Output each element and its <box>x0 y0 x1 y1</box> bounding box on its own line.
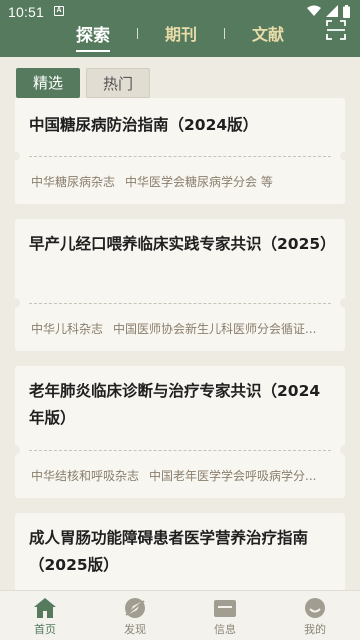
article-title: 中国糖尿病防治指南（2024版） <box>29 116 259 134</box>
article-journal: 中华糖尿病杂志 <box>31 175 116 189</box>
sub-tabs: 精选 热门 <box>16 68 150 98</box>
article-authors: 中国医师协会新生儿科医师分会循证... <box>113 322 317 336</box>
article-authors: 中华医学会糖尿病学分会 等 <box>125 175 273 189</box>
wifi-icon <box>307 5 321 16</box>
nav-messages[interactable]: 信息 <box>180 591 270 640</box>
tab-divider <box>136 27 138 39</box>
article-card[interactable]: 老年肺炎临床诊断与治疗专家共识（2024年版） 中华结核和呼吸杂志 中国老年医学学… <box>10 366 350 498</box>
tab-divider <box>223 27 225 39</box>
discover-icon <box>125 598 145 618</box>
card-divider <box>29 450 331 451</box>
article-title: 早产儿经口喂养临床实践专家共识（2025） <box>29 235 336 253</box>
bottom-nav: 首页 发现 信息 我的 <box>0 590 360 640</box>
nav-home[interactable]: 首页 <box>0 591 90 640</box>
article-title: 老年肺炎临床诊断与治疗专家共识（2024年版） <box>29 382 321 427</box>
nav-discover[interactable]: 发现 <box>90 591 180 640</box>
signal-icon <box>326 5 338 17</box>
card-divider <box>29 303 331 304</box>
mail-icon <box>214 600 236 617</box>
tab-journals[interactable]: 期刊 <box>149 21 213 45</box>
status-icons <box>307 4 350 18</box>
article-card[interactable]: 中国糖尿病防治指南（2024版） 中华糖尿病杂志 中华医学会糖尿病学分会 等 <box>10 98 350 204</box>
card-notch <box>340 445 350 455</box>
main-tabs: 探索 期刊 文献 <box>60 20 300 52</box>
article-journal: 中华结核和呼吸杂志 <box>31 469 140 483</box>
scan-icon[interactable] <box>326 20 346 40</box>
top-header: 10:51 A 探索 期刊 文献 <box>0 0 360 57</box>
battery-icon <box>343 4 350 18</box>
article-meta: 中华儿科杂志 中国医师协会新生儿科医师分会循证... <box>31 320 335 338</box>
nav-messages-label: 信息 <box>214 623 236 636</box>
article-meta: 中华糖尿病杂志 中华医学会糖尿病学分会 等 <box>31 173 335 191</box>
subtab-featured[interactable]: 精选 <box>16 68 80 98</box>
nav-profile[interactable]: 我的 <box>270 591 360 640</box>
app-screen: 10:51 A 探索 期刊 文献 精选 热门 中国糖尿病防治指南（2024版） … <box>0 0 360 640</box>
article-authors: 中国老年医学学会呼吸病学分... <box>149 469 317 483</box>
profile-icon <box>305 598 325 618</box>
status-time: 10:51 <box>8 4 45 20</box>
tab-literature[interactable]: 文献 <box>236 21 300 45</box>
subtab-popular[interactable]: 热门 <box>86 68 150 98</box>
tab-explore[interactable]: 探索 <box>60 21 126 52</box>
card-divider <box>29 156 331 157</box>
card-notch <box>10 445 20 455</box>
article-title: 成人胃肠功能障碍患者医学营养治疗指南（2025版） <box>29 529 309 574</box>
home-icon <box>34 598 56 618</box>
card-notch <box>340 151 350 161</box>
nav-profile-label: 我的 <box>304 623 326 636</box>
nav-home-label: 首页 <box>34 623 56 636</box>
nav-discover-label: 发现 <box>124 623 146 636</box>
card-notch <box>10 298 20 308</box>
notification-icon: A <box>54 6 64 16</box>
card-notch <box>10 151 20 161</box>
article-meta: 中华结核和呼吸杂志 中国老年医学学会呼吸病学分... <box>31 467 335 485</box>
card-notch <box>340 298 350 308</box>
article-card[interactable]: 早产儿经口喂养临床实践专家共识（2025） 中华儿科杂志 中国医师协会新生儿科医师… <box>10 219 350 351</box>
article-journal: 中华儿科杂志 <box>31 322 104 336</box>
